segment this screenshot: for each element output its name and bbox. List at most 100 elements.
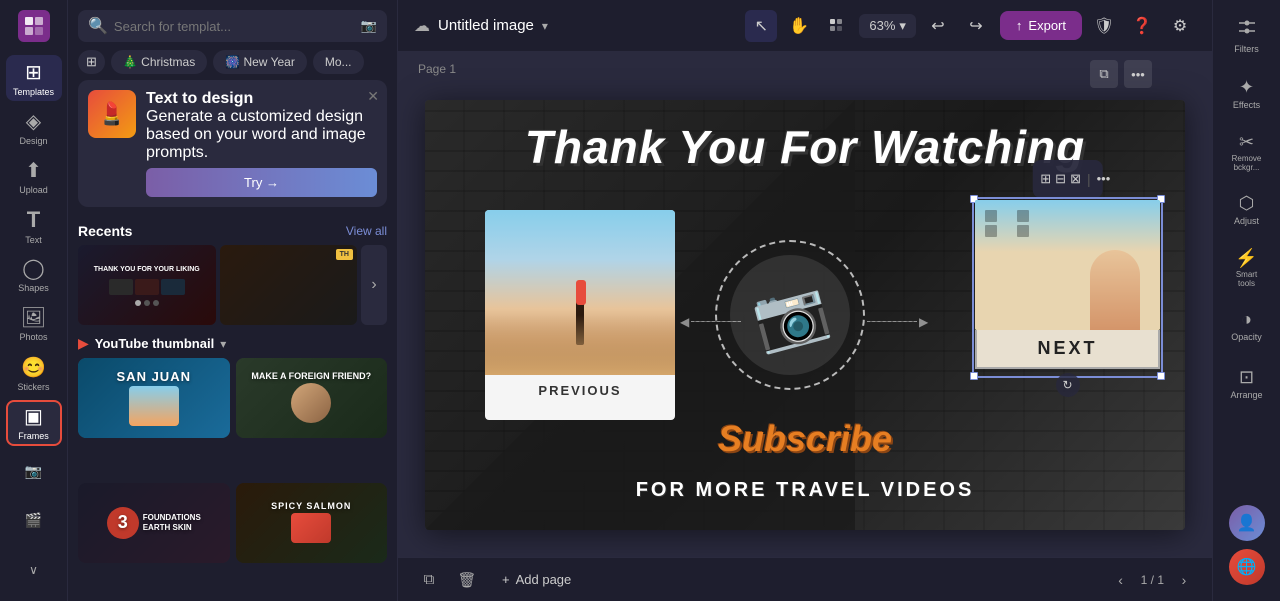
sidebar-item-stickers[interactable]: 😊 Stickers: [6, 350, 62, 395]
recent-item[interactable]: THANK YOU FOR YOUR LIKING: [78, 245, 216, 325]
christmas-tag[interactable]: 🎄 Christmas: [111, 50, 207, 74]
sidebar-item-shapes[interactable]: ◯ Shapes: [6, 252, 62, 297]
promo-title: Text to design: [146, 90, 377, 108]
canvas-element[interactable]: Thank You For Watching PREVIOUS 📷: [425, 100, 1185, 530]
zoom-control[interactable]: 63% ▾: [859, 14, 916, 38]
filter-btn[interactable]: ⊞: [78, 50, 105, 74]
section-title: YouTube thumbnail: [95, 336, 214, 351]
view-all-link[interactable]: View all: [346, 224, 387, 238]
handle-bottom-right[interactable]: [1157, 372, 1165, 380]
sidebar-item-design[interactable]: ◈ Design: [6, 105, 62, 150]
recent-thumb-2: TH: [220, 245, 358, 325]
thumbnail-item-foreign[interactable]: MAKE A FOREIGN FRIEND?: [236, 358, 388, 438]
thumbnail-item-dark1[interactable]: 3 FOUNDATIONSEARTH SKIN: [78, 483, 230, 563]
sidebar-item-text[interactable]: T Text: [6, 203, 62, 248]
opacity-icon: ◑: [1241, 309, 1252, 330]
page-copy-button[interactable]: ⧉: [1090, 60, 1118, 88]
sidebar-item-templates-label: Templates: [13, 87, 54, 97]
right-item-smart-tools[interactable]: ⚡ Smarttools: [1217, 240, 1277, 296]
shield-button[interactable]: 🛡: [1088, 10, 1120, 42]
right-item-opacity[interactable]: ◑ Opacity: [1217, 298, 1277, 354]
float-tool-2[interactable]: ⊟: [1055, 165, 1066, 193]
thumbnail-item-spicy[interactable]: SPICY SALMON: [236, 483, 388, 563]
help-button[interactable]: ❓: [1126, 10, 1158, 42]
thumbnail-label: SPICY SALMON: [236, 483, 388, 563]
refresh-handle[interactable]: ↻: [1056, 373, 1080, 397]
previous-page-button[interactable]: ‹: [1109, 568, 1133, 592]
next-frame-container[interactable]: ⊞ ⊟ ⊠ | •••: [975, 200, 1160, 375]
right-item-remove-bg[interactable]: ✂ Removebckgr...: [1217, 124, 1277, 180]
handle-bottom-left[interactable]: [970, 372, 978, 380]
logo-area[interactable]: [12, 8, 56, 43]
photos-icon: 🖼: [21, 305, 46, 330]
sidebar-item-more2[interactable]: 🎬: [6, 499, 62, 544]
cursor-tool-button[interactable]: ↖: [745, 10, 777, 42]
section-chevron[interactable]: ▾: [220, 337, 226, 351]
new-year-tag[interactable]: 🎆 New Year: [213, 50, 307, 74]
float-more-button[interactable]: •••: [1097, 165, 1111, 193]
right-item-effects[interactable]: ✦ Effects: [1217, 66, 1277, 122]
recent-item[interactable]: TH: [220, 245, 358, 325]
left-sidebar: ⊞ Templates ◈ Design ⬆ Upload T Text ◯ S…: [0, 0, 68, 601]
add-page-button[interactable]: + Add page: [490, 567, 583, 592]
youtube-icon: ▶: [78, 335, 89, 352]
right-item-adjust[interactable]: ⬡ Adjust: [1217, 182, 1277, 238]
adjust-icon: ⬡: [1239, 193, 1255, 214]
undo-button[interactable]: ↩: [922, 10, 954, 42]
camera-scan-icon: 📷: [361, 18, 377, 34]
app-logo[interactable]: [18, 10, 50, 42]
adjust-label: Adjust: [1234, 216, 1259, 227]
toolbar-right: ↑ Export 🛡 ❓ ⚙: [1000, 10, 1196, 42]
shapes-icon: ◯: [22, 256, 44, 281]
hand-tool-button[interactable]: ✋: [783, 10, 815, 42]
sidebar-item-upload[interactable]: ⬆ Upload: [6, 154, 62, 199]
opacity-label: Opacity: [1231, 332, 1262, 343]
user-avatar[interactable]: 👤: [1229, 505, 1265, 541]
promo-image: 💄: [88, 90, 136, 138]
float-toolbar: ⊞ ⊟ ⊠ | •••: [1032, 160, 1103, 198]
recent-thumb-1: THANK YOU FOR YOUR LIKING: [78, 245, 216, 325]
float-tool-1[interactable]: ⊞: [1040, 165, 1051, 193]
recents-next-button[interactable]: ›: [361, 245, 387, 325]
stickers-icon: 😊: [21, 355, 46, 380]
thumbnail-label: 3 FOUNDATIONSEARTH SKIN: [78, 483, 230, 563]
grid-view-button[interactable]: [821, 10, 853, 42]
page-more-button[interactable]: •••: [1124, 60, 1152, 88]
sidebar-item-templates[interactable]: ⊞ Templates: [6, 55, 62, 100]
settings-button[interactable]: ⚙: [1164, 10, 1196, 42]
more-tag[interactable]: Mo...: [313, 50, 364, 74]
brand-avatar[interactable]: 🌐: [1229, 549, 1265, 585]
sidebar-item-photos[interactable]: 🖼 Photos: [6, 301, 62, 346]
page-icons: ⧉ •••: [1090, 60, 1152, 88]
arrow-left: ◀: [680, 315, 743, 329]
templates-panel: 🔍 📷 ⊞ 🎄 Christmas 🎆 New Year Mo... 💄: [68, 0, 398, 601]
sidebar-item-more1[interactable]: 📷: [6, 450, 62, 495]
chevron-right-icon: ›: [371, 276, 376, 294]
smart-tools-icon: ⚡: [1235, 248, 1257, 269]
remove-bg-label: Removebckgr...: [1232, 155, 1262, 173]
search-bar[interactable]: 🔍 📷: [78, 10, 387, 42]
search-input[interactable]: [114, 19, 355, 34]
right-panel: Filters ✦ Effects ✂ Removebckgr... ⬡ Adj…: [1212, 0, 1280, 601]
more1-icon: 📷: [25, 463, 42, 480]
float-tool-3[interactable]: ⊠: [1070, 165, 1081, 193]
next-page-button[interactable]: ›: [1172, 568, 1196, 592]
page-navigation: ‹ 1 / 1 ›: [1109, 568, 1196, 592]
promo-try-button[interactable]: Try →: [146, 168, 377, 197]
thumbnail-item-sanjuan[interactable]: SAN JUAN: [78, 358, 230, 438]
sidebar-item-expand[interactable]: ∨: [6, 548, 62, 593]
canvas-scroll: Thank You For Watching PREVIOUS 📷: [398, 52, 1212, 557]
redo-button[interactable]: ↪: [960, 10, 992, 42]
delete-page-button[interactable]: 🗑: [452, 565, 482, 595]
title-dropdown-icon[interactable]: ▾: [542, 19, 548, 33]
previous-frame[interactable]: PREVIOUS: [485, 210, 675, 420]
duplicate-page-button[interactable]: ⧉: [414, 565, 444, 595]
main-toolbar: ☁ Untitled image ▾ ↖ ✋ 63% ▾ ↩ ↪: [398, 0, 1212, 52]
more2-icon: 🎬: [25, 512, 42, 529]
document-title[interactable]: Untitled image: [438, 17, 534, 34]
export-button[interactable]: ↑ Export: [1000, 11, 1082, 40]
right-item-arrange[interactable]: ⊡ Arrange: [1217, 356, 1277, 412]
close-promo-button[interactable]: ✕: [367, 88, 379, 105]
right-item-filters[interactable]: Filters: [1217, 8, 1277, 64]
sidebar-item-frames[interactable]: ▣ Frames: [6, 400, 62, 446]
